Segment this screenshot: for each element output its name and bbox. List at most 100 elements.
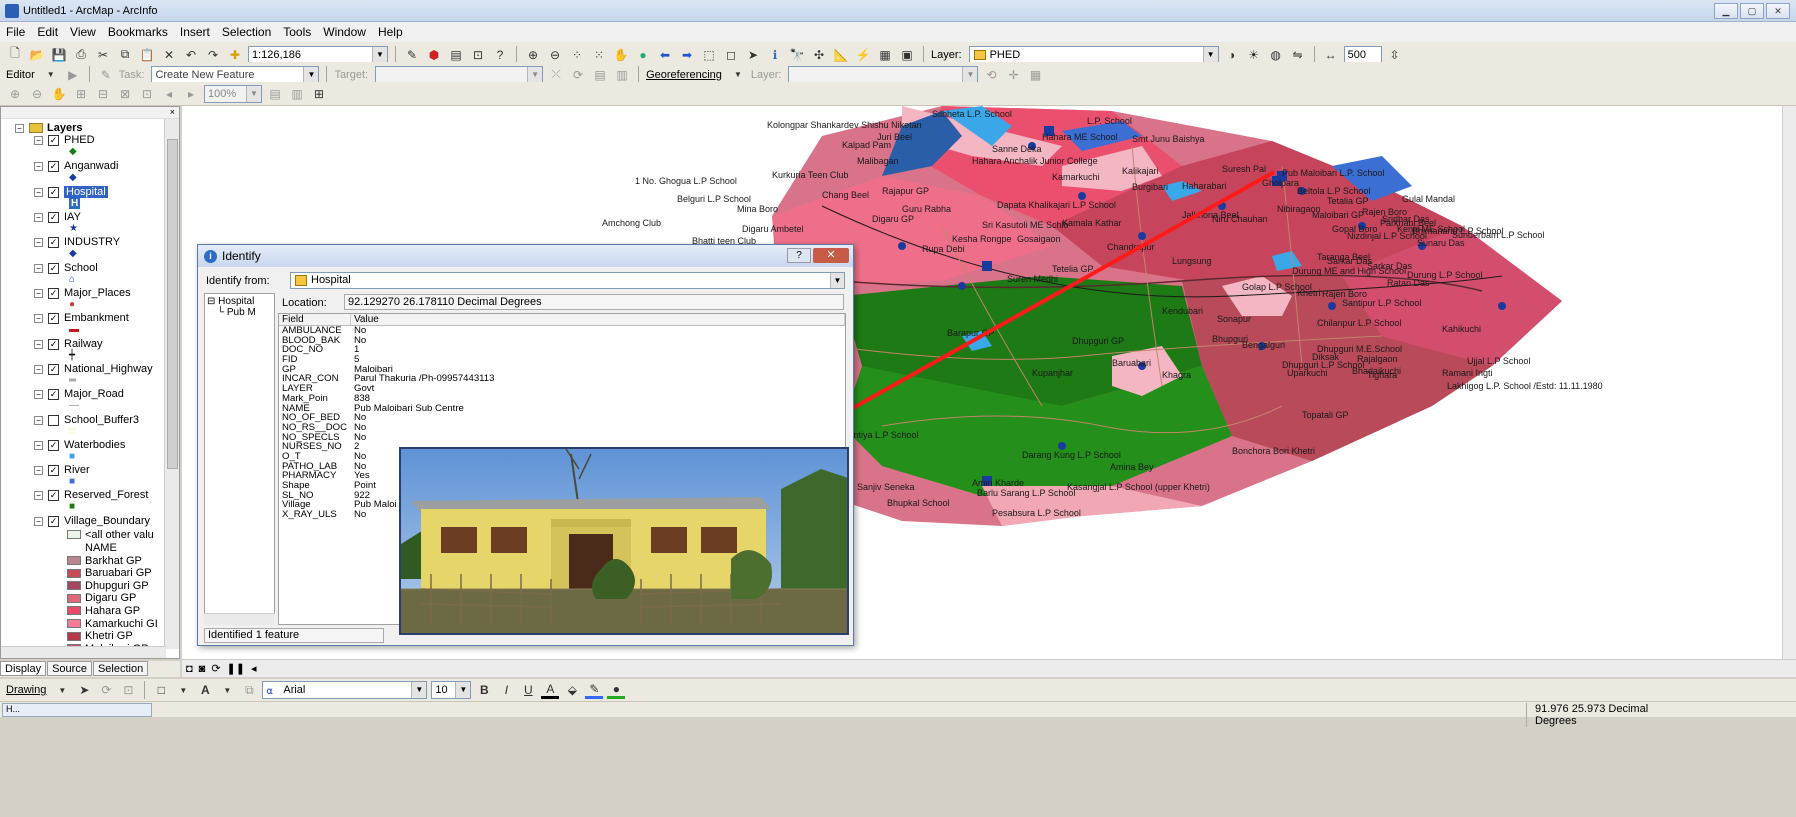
- scroll-left-icon[interactable]: ◂: [251, 662, 257, 675]
- select-features-icon[interactable]: ⬚: [700, 46, 718, 64]
- save-icon[interactable]: 💾: [50, 46, 68, 64]
- layer-visibility-checkbox[interactable]: ✓: [48, 312, 59, 324]
- undo-icon[interactable]: ↶: [182, 46, 200, 64]
- menu-window[interactable]: Window: [323, 25, 366, 39]
- layer-school[interactable]: − ✓ School: [34, 259, 98, 277]
- legend-item[interactable]: Kamarkuchi GI: [67, 617, 158, 630]
- tab-selection[interactable]: Selection: [92, 661, 149, 676]
- collapse-icon[interactable]: −: [34, 465, 43, 475]
- maximize-button[interactable]: ▢: [1740, 3, 1764, 19]
- layer-visibility-checkbox[interactable]: ✓: [48, 211, 59, 223]
- zoom-whole-page-icon[interactable]: ⊞: [72, 85, 90, 103]
- pause-icon[interactable]: ❚❚: [227, 662, 245, 675]
- previous-extent-page-icon[interactable]: ◂: [160, 85, 178, 103]
- underline-icon[interactable]: U: [519, 681, 537, 699]
- field-column-header[interactable]: Field: [279, 314, 351, 325]
- edit-vertices-icon[interactable]: ⧉: [240, 681, 258, 699]
- layer-visibility-checkbox[interactable]: ✓: [48, 134, 59, 146]
- legend-item[interactable]: Khetri GP: [67, 630, 133, 643]
- layer-reserved-forest[interactable]: − ✓ Reserved_Forest: [34, 486, 148, 504]
- copy-icon[interactable]: ⧉: [116, 46, 134, 64]
- data-view-icon[interactable]: ◘: [186, 663, 193, 675]
- identify-title-bar[interactable]: i Identify: [198, 245, 853, 267]
- menu-file[interactable]: File: [6, 25, 25, 39]
- collapse-icon[interactable]: −: [34, 263, 43, 273]
- rotate-icon[interactable]: ⟲: [982, 66, 1000, 84]
- layer-school-buffer3[interactable]: − School_Buffer3: [34, 411, 139, 429]
- chevron-down-icon[interactable]: ▼: [527, 66, 543, 83]
- minimize-button[interactable]: ▁: [1714, 3, 1738, 19]
- toc-scrollbar[interactable]: [164, 119, 179, 649]
- collapse-icon[interactable]: −: [34, 313, 43, 323]
- arctoolbox-icon[interactable]: ⬢: [425, 46, 443, 64]
- link-table-icon[interactable]: ▦: [1026, 66, 1044, 84]
- legend-item[interactable]: Digaru GP: [67, 592, 136, 605]
- collapse-icon[interactable]: −: [34, 339, 43, 349]
- rotate-tool-icon[interactable]: ⟳: [569, 66, 587, 84]
- clear-selection-icon[interactable]: ◻: [722, 46, 740, 64]
- collapse-icon[interactable]: −: [34, 440, 43, 450]
- taskbar-button[interactable]: H...: [2, 703, 152, 717]
- back-extent-icon[interactable]: ⬅: [656, 46, 674, 64]
- layer-visibility-checkbox[interactable]: ✓: [48, 439, 59, 451]
- font-size-combo[interactable]: 10 ▼: [431, 681, 472, 699]
- distance-icon[interactable]: ↔: [1322, 46, 1340, 64]
- identify-from-combo[interactable]: Hospital ▼: [290, 272, 845, 289]
- open-icon[interactable]: 📂: [28, 46, 46, 64]
- layout-view-icon[interactable]: ◙: [199, 663, 206, 675]
- fixed-zoom-in-icon[interactable]: ⁘: [568, 46, 586, 64]
- time-slider-icon[interactable]: ▣: [898, 46, 916, 64]
- rotate-icon[interactable]: ⟳: [97, 681, 115, 699]
- hyperlink-icon[interactable]: ⚡: [854, 46, 872, 64]
- layer-visibility-checkbox[interactable]: ✓: [48, 338, 59, 350]
- georeferencing-menu[interactable]: Georeferencing: [646, 69, 722, 81]
- add-control-points-icon[interactable]: ✛: [1004, 66, 1022, 84]
- go-to-xy-icon[interactable]: ✣: [810, 46, 828, 64]
- layer-symbol-icon[interactable]: —: [69, 400, 79, 411]
- pan-page-icon[interactable]: ✋: [50, 85, 68, 103]
- tree-horizontal-scrollbar[interactable]: [204, 613, 275, 625]
- layer-embankment[interactable]: − ✓ Embankment: [34, 309, 129, 327]
- identify-icon[interactable]: ℹ: [766, 46, 784, 64]
- font-color-icon[interactable]: A: [541, 681, 560, 699]
- legend-other-values[interactable]: <all other valu: [67, 528, 154, 541]
- sketch-props-icon[interactable]: ▥: [613, 66, 631, 84]
- italic-icon[interactable]: I: [497, 681, 515, 699]
- cut-icon[interactable]: ✂: [94, 46, 112, 64]
- next-extent-page-icon[interactable]: ▸: [182, 85, 200, 103]
- attribute-row[interactable]: BLOOD_BAK No: [279, 335, 845, 346]
- zoom-selected-icon[interactable]: ⊡: [119, 681, 137, 699]
- menu-view[interactable]: View: [70, 25, 96, 39]
- refresh-icon[interactable]: ⟳: [211, 662, 220, 675]
- delete-icon[interactable]: ✕: [160, 46, 178, 64]
- forward-extent-icon[interactable]: ➡: [678, 46, 696, 64]
- collapse-icon[interactable]: −: [34, 237, 43, 247]
- chevron-down-icon[interactable]: ▼: [962, 66, 978, 83]
- paste-icon[interactable]: 📋: [138, 46, 156, 64]
- chevron-down-icon[interactable]: ▼: [372, 46, 387, 63]
- change-layout-icon[interactable]: ⊞: [310, 85, 328, 103]
- layer-national-highway[interactable]: − ✓ National_Highway: [34, 360, 153, 378]
- tree-node-feature[interactable]: └ Pub M: [207, 307, 272, 318]
- attribute-row[interactable]: NO_SPECLS No: [279, 432, 845, 443]
- chevron-down-icon[interactable]: ▼: [246, 85, 261, 102]
- new-document-icon[interactable]: 🗋: [6, 46, 24, 64]
- text-icon[interactable]: A: [196, 681, 214, 699]
- task-combo[interactable]: Create New Feature ▼: [151, 65, 320, 84]
- edit-tool-icon[interactable]: ▶: [64, 66, 82, 84]
- layer-visibility-checkbox[interactable]: ✓: [48, 388, 59, 400]
- map-vertical-scrollbar[interactable]: [1782, 106, 1796, 659]
- layer-combo[interactable]: PHED ▼: [968, 45, 1219, 64]
- layer-symbol-icon[interactable]: ▬: [69, 324, 79, 335]
- zoom-in-icon[interactable]: ⊕: [524, 46, 542, 64]
- collapse-icon[interactable]: −: [34, 135, 43, 145]
- menu-bookmarks[interactable]: Bookmarks: [108, 25, 168, 39]
- zoom-100-icon[interactable]: ⊟: [94, 85, 112, 103]
- toggle-draft-icon[interactable]: ▤: [266, 85, 284, 103]
- help-button[interactable]: ?: [787, 248, 811, 263]
- zoom-in-page-icon[interactable]: ⊕: [6, 85, 24, 103]
- add-data-icon[interactable]: ✚: [226, 46, 244, 64]
- attribute-row[interactable]: DOC_NO 1: [279, 345, 845, 355]
- print-icon[interactable]: ⎙: [72, 46, 90, 64]
- chevron-down-icon[interactable]: ▼: [1202, 46, 1218, 63]
